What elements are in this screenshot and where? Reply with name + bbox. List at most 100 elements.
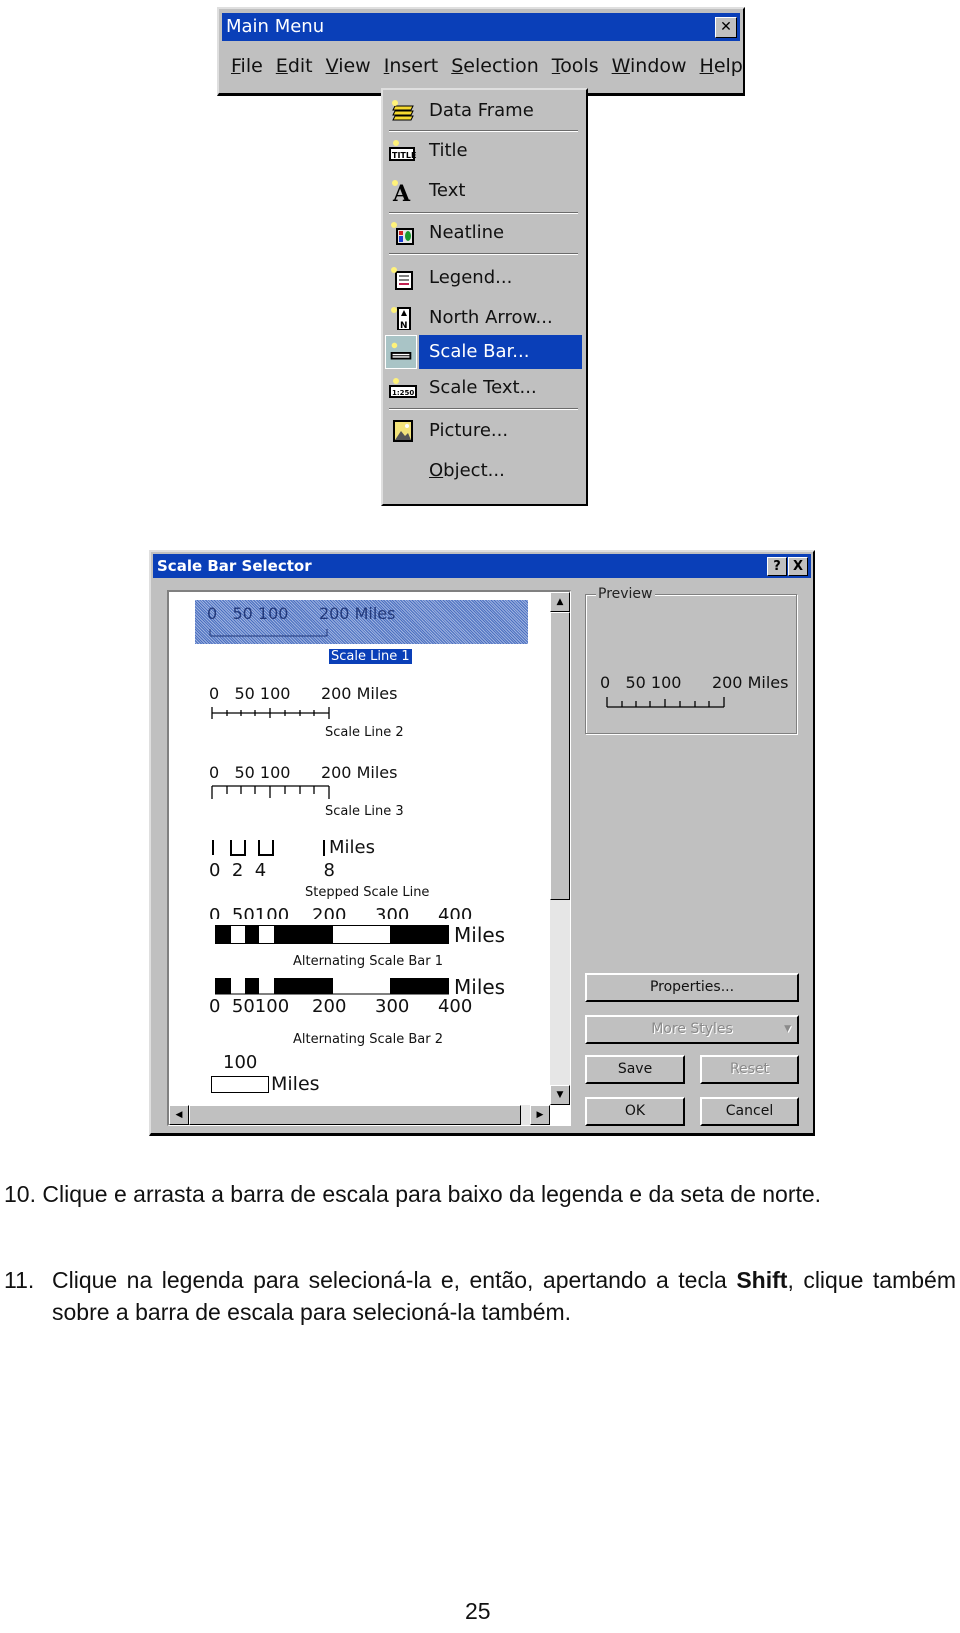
svg-text:N: N — [400, 321, 408, 330]
scroll-down-button[interactable]: ▼ — [550, 1085, 570, 1105]
picture-icon — [393, 420, 413, 442]
stepped-line-graphic — [212, 840, 274, 856]
preview-scale-graphic — [606, 697, 725, 708]
menu-window[interactable]: Window — [612, 51, 687, 81]
scale-numbers: 100 — [223, 1052, 258, 1073]
menu-item-label-rest: bject... — [443, 460, 505, 481]
insert-menu-dropdown: Data Frame TITLE Title A Text Neatline L… — [381, 88, 588, 506]
alternating-bar-graphic — [215, 978, 449, 995]
chevron-down-icon: ▼ — [784, 1024, 791, 1034]
step-number: 10. — [4, 1181, 36, 1207]
scale-style-name: Scale Line 2 — [325, 725, 404, 740]
menu-view[interactable]: View — [326, 51, 371, 81]
menu-item-text[interactable]: A Text — [385, 174, 582, 208]
text-icon: A — [392, 180, 411, 203]
legend-icon — [391, 267, 413, 290]
step-text: Clique na legenda para selecioná-la e, e… — [52, 1267, 737, 1293]
scale-line-graphic — [209, 629, 328, 637]
close-icon: X — [792, 559, 804, 574]
menu-item-title[interactable]: TITLE Title — [385, 134, 582, 168]
save-button[interactable]: Save — [585, 1055, 685, 1084]
horizontal-scrollbar[interactable]: ◀ ▶ — [169, 1105, 550, 1125]
reset-button[interactable]: Reset — [700, 1055, 799, 1084]
menu-item-north-arrow[interactable]: N North Arrow... — [385, 301, 582, 335]
arrow-down-icon: ▼ — [556, 1090, 564, 1100]
scale-bar-selector-dialog: Scale Bar Selector ? X 0 50 100 200 Mile… — [149, 550, 815, 1136]
mnemonic: H — [699, 55, 714, 77]
scale-numbers: 0 50100 200 300 400 — [209, 905, 473, 919]
menu-tools[interactable]: Tools — [552, 51, 599, 81]
scale-style-name: Scale Line 1 — [328, 648, 413, 665]
menu-item-label: Picture... — [429, 420, 509, 441]
dialog-titlebar: Scale Bar Selector ? X — [153, 554, 811, 578]
page-number: 25 — [465, 1598, 491, 1624]
step-text: Clique e arrasta a barra de escala para … — [42, 1181, 822, 1207]
help-button[interactable]: ? — [767, 557, 787, 576]
scale-unit: Miles — [329, 837, 375, 858]
menu-label: election — [463, 55, 539, 77]
menu-item-label: Scale Text... — [429, 377, 537, 398]
menu-item-neatline[interactable]: Neatline — [385, 216, 582, 250]
scale-unit: Miles — [454, 923, 506, 947]
ok-button[interactable]: OK — [585, 1097, 685, 1126]
vertical-scrollbar[interactable]: ▲ ▼ — [550, 592, 570, 1105]
menu-label: iew — [338, 55, 371, 77]
preview-label: Preview — [596, 586, 655, 602]
arrow-right-icon: ▶ — [536, 1110, 544, 1120]
help-icon: ? — [773, 559, 781, 574]
step-10-paragraph: 10. Clique e arrasta a barra de escala p… — [4, 1178, 956, 1210]
menu-insert[interactable]: Insert — [384, 51, 439, 81]
mnemonic: T — [551, 55, 561, 77]
preview-scale-numbers: 0 50 100 200 Miles — [600, 673, 789, 692]
svg-text:1:250: 1:250 — [392, 389, 414, 397]
more-styles-dropdown[interactable]: More Styles ▼ — [585, 1015, 799, 1044]
menu-item-scale-bar[interactable]: Scale Bar... — [385, 335, 582, 369]
scroll-up-button[interactable]: ▲ — [550, 592, 570, 612]
cancel-button[interactable]: Cancel — [700, 1097, 799, 1126]
menu-item-label: Object... — [429, 454, 505, 488]
mnemonic: E — [275, 55, 288, 77]
menu-item-label: Legend... — [429, 267, 513, 288]
main-menu-titlebar: Main Menu ✕ — [222, 13, 740, 41]
single-bar-graphic — [211, 1076, 269, 1093]
close-button[interactable]: ✕ — [715, 17, 737, 38]
vertical-scroll-thumb[interactable] — [550, 612, 570, 900]
shift-key-emphasis: Shift — [736, 1267, 788, 1293]
menu-selection[interactable]: Selection — [451, 51, 539, 81]
north-arrow-icon: N — [391, 307, 411, 330]
menu-item-label: North Arrow... — [429, 307, 553, 328]
menu-item-legend[interactable]: Legend... — [385, 261, 582, 295]
scale-unit: Miles — [271, 1073, 320, 1095]
menu-label: indow — [630, 55, 687, 77]
menu-item-picture[interactable]: Picture... — [385, 414, 582, 448]
menu-item-object[interactable]: Object... — [385, 454, 582, 488]
step-number: 11. — [4, 1267, 35, 1293]
horizontal-scroll-thumb[interactable] — [189, 1105, 521, 1125]
scale-numbers: 0 50 100 200 Miles — [209, 763, 398, 782]
menu-separator — [389, 253, 578, 255]
neatline-icon — [391, 222, 414, 245]
menu-help[interactable]: Help — [700, 51, 743, 81]
button-label: More Styles — [651, 1021, 733, 1037]
menu-file[interactable]: File — [231, 51, 263, 81]
scale-bar-style-list[interactable]: 0 50 100 200 Miles Scale Line 1 0 50 100… — [167, 590, 571, 1126]
scroll-left-button[interactable]: ◀ — [169, 1105, 189, 1125]
menu-bar: File Edit View Insert Selection Tools Wi… — [231, 51, 756, 81]
button-label: Properties... — [649, 979, 735, 995]
scale-style-name: Alternating Scale Bar 1 — [293, 954, 443, 969]
menu-item-data-frame[interactable]: Data Frame — [385, 94, 582, 128]
mnemonic: V — [325, 55, 339, 77]
scroll-right-button[interactable]: ▶ — [530, 1105, 550, 1125]
properties-button[interactable]: Properties... — [585, 973, 799, 1002]
close-button[interactable]: X — [788, 557, 808, 576]
object-icon — [389, 459, 417, 483]
menu-item-label: Data Frame — [429, 100, 534, 121]
scale-style-name: Scale Line 3 — [325, 804, 404, 819]
menu-edit[interactable]: Edit — [276, 51, 313, 81]
menu-item-scale-text[interactable]: 1:250 Scale Text... — [385, 371, 582, 405]
step-11-paragraph: 11. Clique na legenda para selecioná-la … — [4, 1264, 956, 1328]
close-icon: ✕ — [720, 19, 732, 35]
svg-text:TITLE: TITLE — [392, 151, 416, 160]
button-label: OK — [624, 1103, 646, 1119]
step-body: Clique na legenda para selecioná-la e, e… — [52, 1264, 956, 1328]
